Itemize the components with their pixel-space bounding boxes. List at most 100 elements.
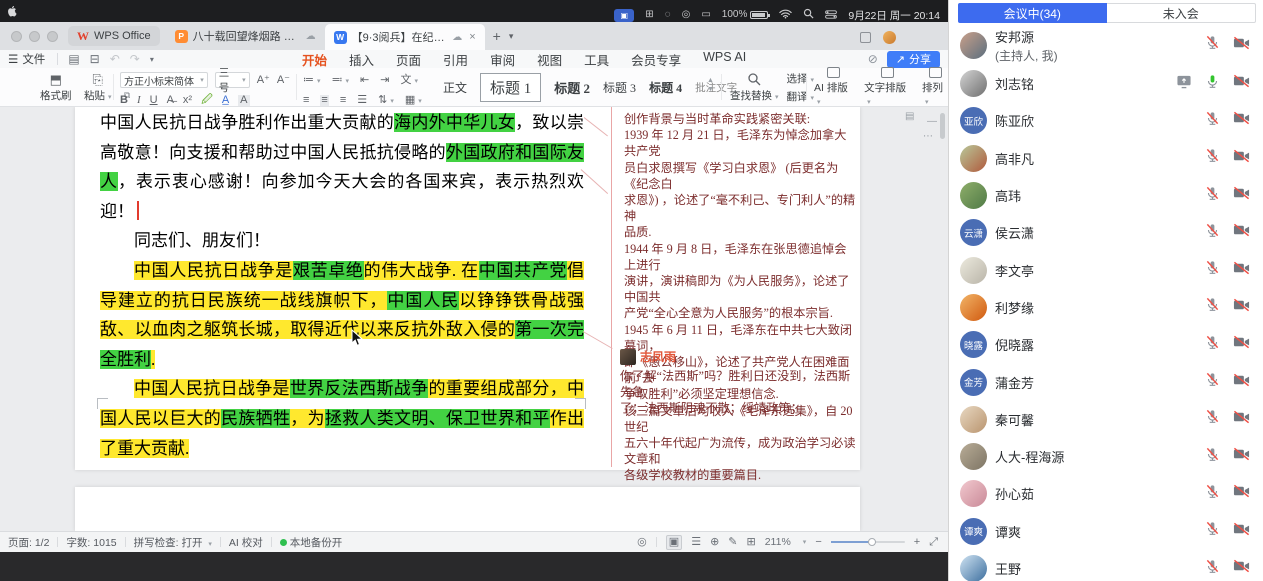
collapse-icon[interactable]: — [927,116,937,127]
menu-0[interactable]: 开始 [302,50,327,69]
page-indicator[interactable]: 页面: 1/2 [8,535,49,550]
participant-row-2[interactable]: 亚欣陈亚欣 [949,102,1263,139]
tab-in-meeting[interactable]: 会议中(34) [958,3,1107,23]
menu-6[interactable]: 工具 [584,50,609,69]
zoom-slider-knob[interactable] [868,538,876,546]
outline-view-icon[interactable]: ☰ [691,537,701,548]
italic-icon[interactable]: I [137,95,141,106]
close-tab-icon[interactable]: × [469,31,475,43]
camera-off-icon[interactable] [1233,149,1250,168]
comment-reply[interactable]: 志凤雨 你了解“法西斯”吗？胜利日还没到，法西斯先急 了；法西斯阴魂不散；绥靖政… [620,348,857,417]
participant-row-14[interactable]: 王野 [949,550,1263,581]
record-icon[interactable]: ◎ [682,10,691,20]
participant-row-7[interactable]: 利梦缘 [949,289,1263,326]
menu-2[interactable]: 页面 [396,50,421,69]
decrease-indent-icon[interactable]: ⇤ [360,75,369,86]
close-window-icon[interactable] [11,31,22,42]
mic-muted-icon[interactable] [1205,559,1220,579]
increase-indent-icon[interactable]: ⇥ [380,75,389,86]
document-page-2[interactable] [75,487,860,531]
decrease-font-icon[interactable]: A⁻ [277,75,290,86]
camera-off-icon[interactable] [1233,36,1250,55]
more-options-icon[interactable]: ⋯ [923,131,933,142]
print-icon[interactable]: ⊟ [90,52,100,66]
camera-off-icon[interactable] [1233,373,1250,392]
vertical-scrollbar-thumb[interactable] [940,113,945,139]
restore-window-icon[interactable] [860,32,871,43]
fit-page-icon[interactable]: ⊞ [747,537,756,548]
superscript-icon[interactable]: x² [183,95,192,106]
participant-row-4[interactable]: 高玮 [949,177,1263,214]
mic-muted-icon[interactable] [1205,521,1220,541]
window-traffic-lights[interactable] [0,31,68,42]
web-view-icon[interactable]: ⊕ [710,537,719,548]
app-window-icon[interactable]: ▣ [614,9,634,22]
style-chip-4[interactable]: 标题 4 [649,79,682,96]
char-shading-icon[interactable]: A [238,95,249,106]
menu-1[interactable]: 插入 [349,50,374,69]
minimize-window-icon[interactable] [29,31,40,42]
translate-button[interactable]: 翻译▾ [787,89,815,104]
undo-icon[interactable]: ↶ [110,52,120,66]
menubar-clock[interactable]: 9月22日 周一 20:14 [848,8,940,23]
participant-row-8[interactable]: 晓露倪晓露 [949,326,1263,363]
find-replace-button[interactable]: 查找替换▾ [730,72,779,103]
mic-muted-icon[interactable] [1205,447,1220,467]
new-tab-button[interactable]: + [493,28,501,44]
arrange-button[interactable]: 排列▾ [922,67,948,107]
pen-view-icon[interactable]: ✎ [728,537,737,548]
align-left-icon[interactable]: ≡ [303,95,309,106]
increase-font-icon[interactable]: A⁺ [257,75,270,86]
camera-off-icon[interactable] [1233,111,1250,130]
lock-icon[interactable]: ◌ [665,10,671,20]
grid-icon[interactable]: ⊞ [645,10,653,20]
mic-muted-icon[interactable] [1205,35,1220,55]
mic-muted-icon[interactable] [1205,111,1220,131]
menu-5[interactable]: 视图 [537,50,562,69]
paragraph-2[interactable]: 中国人民抗日战争是艰苦卓绝的伟大战争. 在中国共产党倡导建立的抗日民族统一战线旗… [100,256,584,374]
camera-off-icon[interactable] [1233,298,1250,317]
camera-off-icon[interactable] [1233,484,1250,503]
mic-muted-icon[interactable] [1205,297,1220,317]
panel-stack-icon[interactable]: ▤ [905,111,914,122]
ai-proofread-button[interactable]: AI 校对 [229,535,263,550]
gallery-up-icon[interactable]: ▲ [707,77,714,84]
paragraph-1[interactable]: 同志们、朋友们！ [100,226,584,256]
justify-icon[interactable]: ☰ [357,95,367,106]
tab-wps-home[interactable]: W WPS Office [68,26,160,46]
account-avatar[interactable] [883,31,896,44]
redo-icon[interactable]: ↷ [130,52,140,66]
shading-icon[interactable]: ▦▾ [405,95,422,106]
highlight-color-icon[interactable]: 🖉 [201,95,213,106]
camera-off-icon[interactable] [1233,335,1250,354]
participant-row-11[interactable]: 人大-程海源 [949,438,1263,475]
file-menu-button[interactable]: ☰ 文件 [0,51,53,67]
bold-icon[interactable]: B [120,95,128,106]
battery-icon[interactable]: 100% [722,10,769,20]
tab-word-doc-active[interactable]: W 【9·3阅兵】在纪念中国人.. ☁ × [325,24,485,50]
display-icon[interactable]: ▭ [701,10,710,20]
camera-off-icon[interactable] [1233,186,1250,205]
style-chip-2[interactable]: 标题 2 [554,78,590,97]
more-icon[interactable]: ▾ [150,55,154,64]
mic-muted-icon[interactable] [1205,223,1220,243]
zoom-window-icon[interactable] [47,31,58,42]
spellcheck-status[interactable]: 拼写检查: 打开 ▾ [134,535,212,550]
participant-row-6[interactable]: 李文亭 [949,251,1263,288]
paragraph-0[interactable]: 中国人民抗日战争胜利作出重大贡献的海内外中华儿女，致以崇高敬意！向支援和帮助过中… [100,108,584,226]
align-center-icon[interactable]: ≡ [320,95,328,106]
gallery-down-icon[interactable]: ▼ [707,86,714,93]
participant-row-9[interactable]: 金芳蒲金芳 [949,363,1263,400]
zoom-out-icon[interactable]: − [815,537,821,548]
camera-off-icon[interactable] [1233,410,1250,429]
paste-button[interactable]: ⎘ 粘贴▾ [84,73,112,103]
mic-on-icon[interactable] [1205,74,1220,94]
mic-muted-icon[interactable] [1205,409,1220,429]
record-icon[interactable]: ◎ [637,537,647,548]
word-count[interactable]: 字数: 1015 [66,535,116,550]
camera-off-icon[interactable] [1233,223,1250,242]
save-icon[interactable]: ▤ [68,52,79,66]
text-layout-button[interactable]: 文字排版▾ [864,67,910,107]
zoom-chevron-icon[interactable]: ▾ [803,538,807,546]
tab-presentation-doc[interactable]: P 八十载回望烽烟路 十四年永镌... ☁ [166,25,325,47]
